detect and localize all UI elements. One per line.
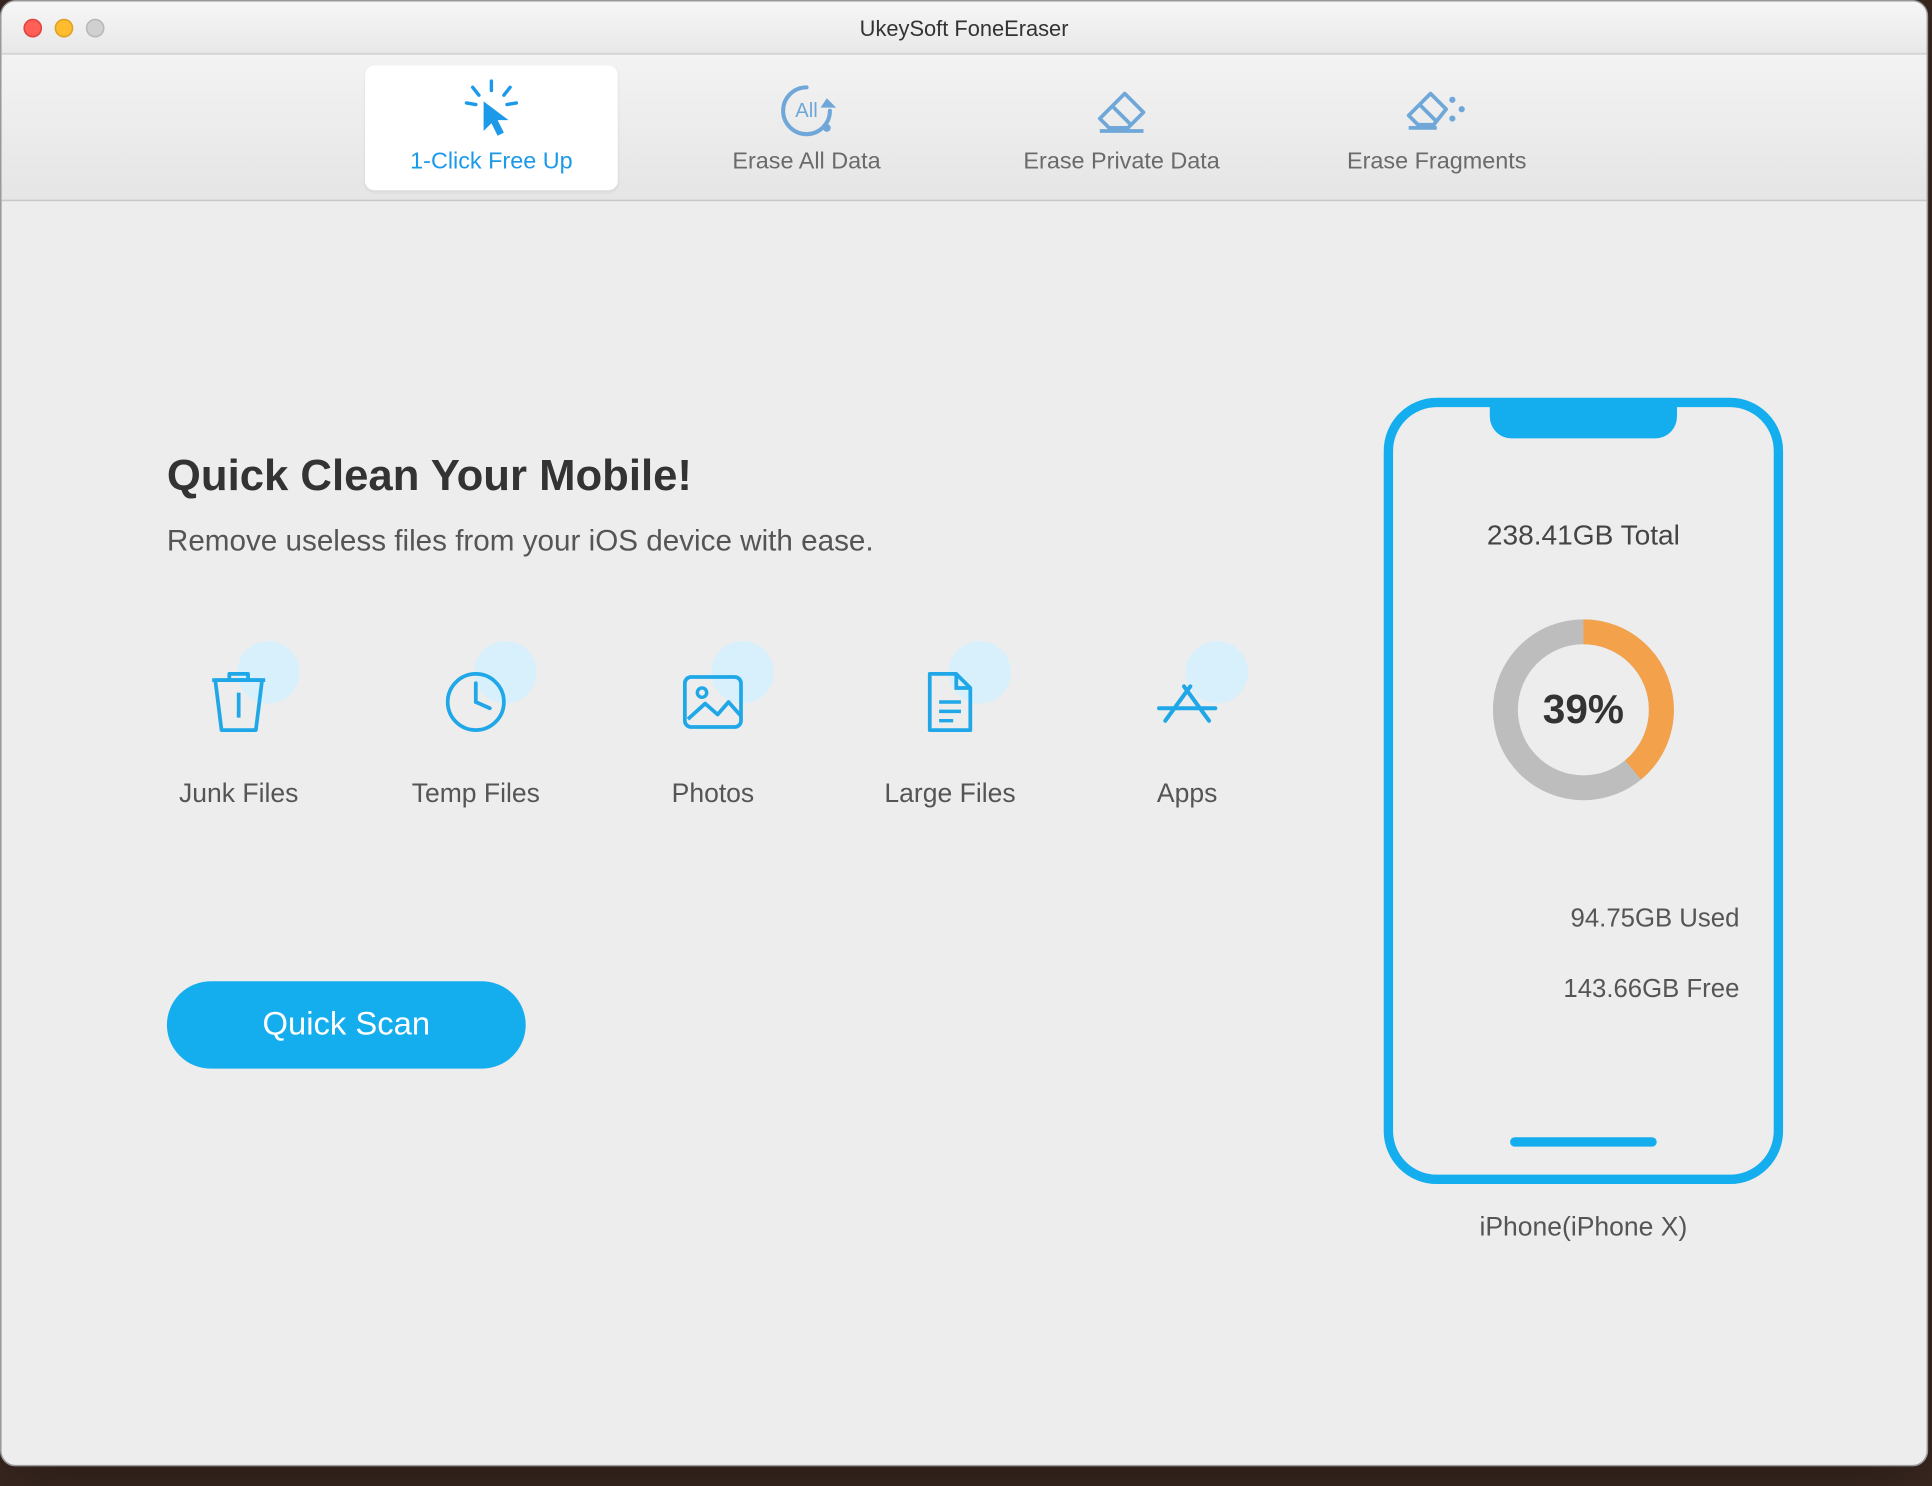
page-heading: Quick Clean Your Mobile! (167, 451, 1334, 501)
window-title: UkeySoft FoneEraser (860, 15, 1069, 40)
phone-illustration: 238.41GB Total 39% 94.75GB Used 143.66GB… (1384, 398, 1783, 1184)
category-row: Junk Files Temp Fi (167, 654, 1334, 810)
category-label: Large Files (884, 778, 1015, 809)
maximize-button[interactable] (86, 18, 105, 37)
app-window: UkeySoft FoneEraser 1-Click Free Up (0, 0, 1928, 1466)
device-panel: 238.41GB Total 39% 94.75GB Used 143.66GB… (1334, 279, 1833, 1402)
apps-icon (1153, 671, 1222, 733)
minimize-button[interactable] (55, 18, 74, 37)
category-label: Apps (1157, 778, 1217, 809)
category-label: Photos (672, 778, 755, 809)
tab-erase-all[interactable]: All Erase All Data (680, 65, 933, 190)
tab-erase-fragments[interactable]: Erase Fragments (1310, 65, 1563, 190)
category-temp-files[interactable]: Temp Files (404, 654, 548, 810)
category-junk-files[interactable]: Junk Files (167, 654, 311, 810)
eraser-icon (1090, 80, 1152, 139)
window-controls (2, 18, 105, 37)
category-apps[interactable]: Apps (1115, 654, 1259, 810)
toolbar-tabs: 1-Click Free Up All Erase All Data (2, 55, 1927, 202)
phone-home-indicator (1510, 1137, 1657, 1146)
storage-used: 94.75GB Used (1393, 905, 1774, 935)
left-panel: Quick Clean Your Mobile! Remove useless … (167, 279, 1334, 1402)
device-name: iPhone(iPhone X) (1479, 1212, 1687, 1243)
category-large-files[interactable]: Large Files (878, 654, 1022, 810)
category-label: Junk Files (179, 778, 298, 809)
tab-label: 1-Click Free Up (410, 148, 573, 175)
close-button[interactable] (23, 18, 42, 37)
tab-label: Erase Private Data (1023, 148, 1219, 175)
storage-total: 238.41GB Total (1487, 519, 1680, 552)
tab-label: Erase All Data (732, 148, 880, 175)
tab-free-up[interactable]: 1-Click Free Up (365, 65, 618, 190)
svg-text:All: All (795, 100, 818, 122)
image-icon (680, 672, 746, 731)
trash-icon (209, 668, 268, 737)
storage-free: 143.66GB Free (1393, 975, 1774, 1005)
storage-used-percent: 39% (1543, 686, 1624, 734)
main-content: Quick Clean Your Mobile! Remove useless … (2, 201, 1927, 1465)
category-photos[interactable]: Photos (641, 654, 785, 810)
storage-donut-chart: 39% (1482, 608, 1685, 811)
tab-label: Erase Fragments (1347, 148, 1526, 175)
file-icon (922, 668, 978, 737)
cursor-click-icon (460, 80, 522, 139)
erase-all-icon: All (774, 80, 840, 139)
eraser-fragments-icon (1402, 80, 1471, 139)
category-label: Temp Files (412, 778, 540, 809)
titlebar: UkeySoft FoneEraser (2, 2, 1927, 55)
phone-notch (1490, 404, 1677, 438)
page-subheading: Remove useless files from your iOS devic… (167, 526, 1334, 560)
clock-icon (441, 668, 510, 737)
quick-scan-button[interactable]: Quick Scan (167, 981, 526, 1068)
tab-erase-private[interactable]: Erase Private Data (995, 65, 1248, 190)
